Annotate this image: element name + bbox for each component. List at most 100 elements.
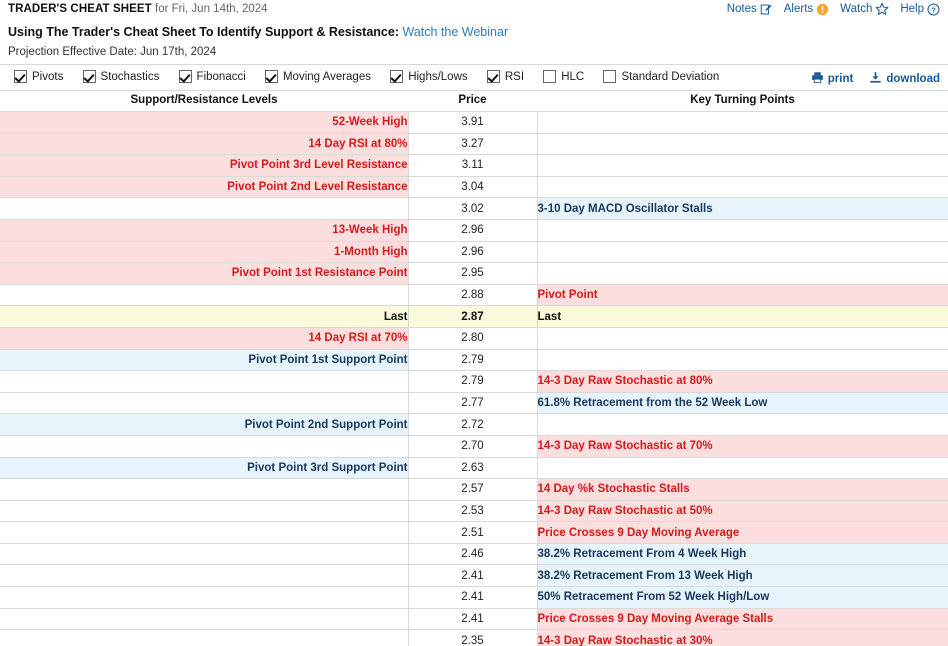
printer-icon bbox=[811, 71, 824, 87]
cell-level: Pivot Point 1st Resistance Point bbox=[0, 262, 409, 285]
cell-price: 2.63 bbox=[408, 456, 538, 480]
table-row: 14 Day RSI at 70% 2.80 bbox=[0, 326, 948, 350]
help-question-icon: ? bbox=[927, 2, 940, 16]
cell-level bbox=[0, 542, 409, 566]
cell-key-turning-point: 14-3 Day Raw Stochastic at 30% bbox=[537, 629, 948, 646]
nav-alerts-label: Alerts bbox=[783, 3, 814, 15]
cell-price: 2.79 bbox=[408, 370, 538, 393]
cell-price: 2.41 bbox=[408, 586, 538, 609]
cell-price: 2.41 bbox=[408, 607, 538, 631]
notes-pencil-icon bbox=[760, 3, 773, 16]
cell-price: 2.77 bbox=[408, 391, 538, 415]
cell-price: 3.27 bbox=[408, 132, 538, 156]
print-label: print bbox=[827, 73, 854, 85]
cell-level: 52-Week High bbox=[0, 111, 409, 134]
nav-alerts[interactable]: Alerts bbox=[784, 3, 829, 16]
cell-key-turning-point: 14-3 Day Raw Stochastic at 50% bbox=[537, 499, 948, 523]
table-row: 2.35 14-3 Day Raw Stochastic at 30% bbox=[0, 629, 948, 646]
cell-level: Pivot Point 1st Support Point bbox=[0, 348, 409, 372]
cell-key-turning-point bbox=[537, 218, 948, 242]
cell-key-turning-point: 50% Retracement From 52 Week High/Low bbox=[537, 586, 948, 609]
filter-pivots[interactable]: Pivots bbox=[14, 70, 63, 83]
checkbox-icon[interactable] bbox=[390, 70, 404, 83]
cell-price: 3.02 bbox=[408, 197, 538, 220]
table-row: 3.02 3-10 Day MACD Oscillator Stalls bbox=[0, 197, 948, 220]
cell-price: 2.72 bbox=[408, 413, 538, 436]
nav-notes[interactable]: Notes bbox=[727, 3, 773, 16]
cell-level bbox=[0, 391, 409, 415]
column-header-price: Price bbox=[408, 91, 537, 112]
nav-watch[interactable]: Watch bbox=[840, 2, 889, 16]
checkbox-icon[interactable] bbox=[82, 70, 96, 83]
filter-stochastics[interactable]: Stochastics bbox=[82, 70, 159, 83]
cell-price: 2.70 bbox=[408, 434, 538, 458]
nav-help[interactable]: Help ? bbox=[900, 2, 940, 16]
table-row: Pivot Point 2nd Support Point 2.72 bbox=[0, 413, 948, 436]
cell-key-turning-point: 61.8% Retracement from the 52 Week Low bbox=[537, 391, 948, 415]
checkbox-icon[interactable] bbox=[178, 70, 192, 83]
table-row: 13-Week High 2.96 bbox=[0, 218, 948, 242]
table-row: Pivot Point 1st Support Point 2.79 bbox=[0, 348, 948, 372]
cell-price: 2.41 bbox=[408, 564, 538, 588]
checkbox-icon[interactable] bbox=[14, 70, 27, 83]
cell-price: 2.95 bbox=[408, 262, 538, 285]
filter-pivots-label: Pivots bbox=[32, 70, 64, 83]
cell-key-turning-point: 38.2% Retracement From 4 Week High bbox=[537, 542, 948, 566]
cell-key-turning-point bbox=[537, 456, 948, 480]
cell-key-turning-point bbox=[537, 111, 948, 134]
cell-price: 3.91 bbox=[408, 111, 538, 134]
nav-watch-label: Watch bbox=[840, 3, 873, 15]
webinar-text: Using The Trader's Cheat Sheet To Identi… bbox=[8, 25, 400, 39]
table-row: 2.41 50% Retracement From 52 Week High/Lo… bbox=[0, 586, 948, 609]
svg-text:?: ? bbox=[931, 5, 936, 14]
cell-level bbox=[0, 434, 409, 458]
cell-price: 2.80 bbox=[408, 326, 538, 350]
cell-level bbox=[0, 283, 409, 307]
watch-webinar-link[interactable]: Watch the Webinar bbox=[403, 25, 509, 39]
cell-price: 2.51 bbox=[408, 521, 538, 544]
checkbox-icon[interactable] bbox=[486, 70, 500, 83]
cell-key-turning-point: Last bbox=[537, 305, 948, 328]
cell-level: Last bbox=[0, 305, 409, 328]
table-row: 2.46 38.2% Retracement From 4 Week High bbox=[0, 542, 948, 566]
cell-key-turning-point: 14-3 Day Raw Stochastic at 70% bbox=[537, 434, 948, 458]
table-row: 2.79 14-3 Day Raw Stochastic at 80% bbox=[0, 370, 948, 393]
watch-star-icon bbox=[875, 2, 889, 16]
table-row: 2.70 14-3 Day Raw Stochastic at 70% bbox=[0, 434, 948, 458]
checkbox-icon[interactable] bbox=[264, 70, 278, 83]
filter-moving-averages-label: Moving Averages bbox=[282, 70, 371, 83]
cell-level: 14 Day RSI at 80% bbox=[0, 132, 409, 156]
cell-key-turning-point bbox=[537, 262, 948, 285]
column-header-levels: Support/Resistance Levels bbox=[0, 91, 408, 112]
projection-effective-date: Projection Effective Date: Jun 17th, 202… bbox=[0, 39, 948, 65]
cell-level: Pivot Point 2nd Support Point bbox=[0, 413, 409, 436]
cell-key-turning-point: 3-10 Day MACD Oscillator Stalls bbox=[537, 197, 948, 220]
cell-key-turning-point: 14-3 Day Raw Stochastic at 80% bbox=[537, 370, 948, 393]
cell-level: Pivot Point 3rd Level Resistance bbox=[0, 154, 409, 177]
filter-highs-lows[interactable]: Highs/Lows bbox=[390, 70, 468, 83]
cell-level bbox=[0, 629, 409, 646]
download-button[interactable]: download bbox=[869, 71, 940, 87]
cell-level: 14 Day RSI at 70% bbox=[0, 326, 409, 350]
cell-price: 2.87 bbox=[408, 305, 538, 328]
cell-level bbox=[0, 586, 409, 609]
print-button[interactable]: print bbox=[811, 71, 854, 87]
checkbox-icon[interactable] bbox=[603, 70, 617, 83]
cell-key-turning-point bbox=[537, 326, 948, 350]
filter-hlc[interactable]: HLC bbox=[543, 70, 584, 83]
filter-fibonacci-label: Fibonacci bbox=[196, 70, 246, 83]
cell-price: 2.57 bbox=[408, 478, 538, 501]
filter-rsi[interactable]: RSI bbox=[486, 70, 524, 83]
cell-price: 2.96 bbox=[408, 240, 538, 264]
table-row: 1-Month High 2.96 bbox=[0, 240, 948, 264]
cell-level bbox=[0, 607, 409, 631]
cell-price: 3.11 bbox=[408, 154, 538, 177]
checkbox-icon[interactable] bbox=[543, 70, 557, 83]
filter-standard-deviation[interactable]: Standard Deviation bbox=[603, 70, 719, 83]
cell-price: 3.04 bbox=[408, 175, 538, 199]
filter-fibonacci[interactable]: Fibonacci bbox=[178, 70, 246, 83]
cell-price: 2.53 bbox=[408, 499, 538, 523]
filter-moving-averages[interactable]: Moving Averages bbox=[264, 70, 371, 83]
table-row: 2.77 61.8% Retracement from the 52 Week L… bbox=[0, 391, 948, 415]
table-row: 2.41 38.2% Retracement From 13 Week High bbox=[0, 564, 948, 588]
